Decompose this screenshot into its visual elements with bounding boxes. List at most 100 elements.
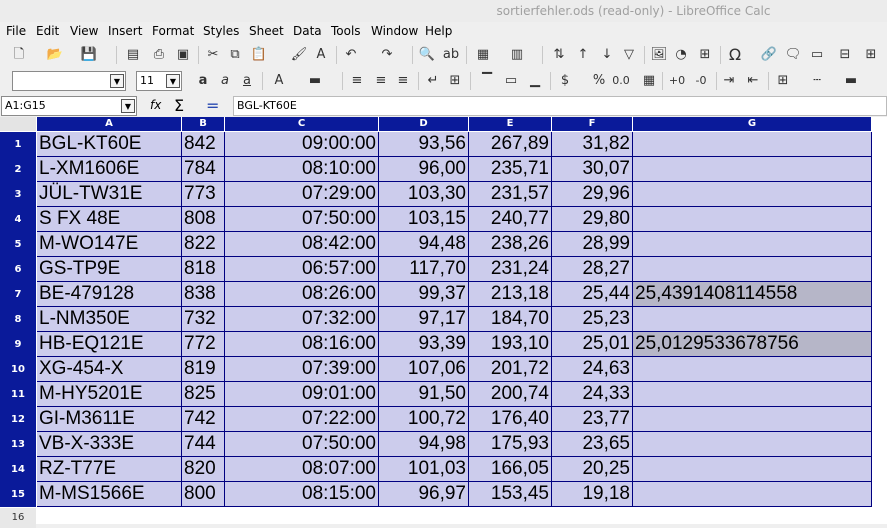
- cell-d[interactable]: 97,17: [379, 307, 469, 332]
- cell-g[interactable]: 25,0129533678756: [633, 332, 872, 357]
- cell-g[interactable]: [633, 182, 872, 207]
- row-header[interactable]: 1: [0, 132, 36, 157]
- cell-b[interactable]: 732: [182, 307, 225, 332]
- cell-d[interactable]: 100,72: [379, 407, 469, 432]
- cell-d[interactable]: 99,37: [379, 282, 469, 307]
- column-header-a[interactable]: A: [37, 117, 181, 131]
- font-size-box[interactable]: 11 ▼: [136, 71, 182, 91]
- cell-e[interactable]: 240,77: [469, 207, 552, 232]
- cell-e[interactable]: 213,18: [469, 282, 552, 307]
- chevron-down-icon[interactable]: ▼: [110, 74, 124, 88]
- name-box[interactable]: A1:G15 ▼: [1, 96, 137, 116]
- menu-view[interactable]: View: [70, 24, 98, 38]
- cell-e[interactable]: 176,40: [469, 407, 552, 432]
- column-header-c[interactable]: C: [225, 117, 378, 131]
- cell-a[interactable]: JÜL-TW31E: [37, 182, 182, 207]
- clone-formatting-icon[interactable]: 🖌: [290, 46, 308, 64]
- cell-d[interactable]: 117,70: [379, 257, 469, 282]
- cell-a[interactable]: L-NM350E: [37, 307, 182, 332]
- cell-f[interactable]: 29,80: [552, 207, 633, 232]
- chevron-down-icon[interactable]: ▼: [166, 74, 180, 88]
- row-header[interactable]: 15: [0, 482, 36, 507]
- hyperlink-icon[interactable]: 🔗: [760, 46, 778, 64]
- special-character-icon[interactable]: Ω: [726, 46, 744, 64]
- column-header-e[interactable]: E: [469, 117, 551, 131]
- cell-f[interactable]: 25,01: [552, 332, 633, 357]
- cell-e[interactable]: 175,93: [469, 432, 552, 457]
- highlight-icon[interactable]: ▬: [306, 72, 324, 90]
- cell-e[interactable]: 153,45: [469, 482, 552, 507]
- cell-f[interactable]: 31,82: [552, 132, 633, 157]
- cell-b[interactable]: 842: [182, 132, 225, 157]
- cell-c[interactable]: 07:50:00: [225, 432, 379, 457]
- cell-g[interactable]: [633, 482, 872, 507]
- cell-c[interactable]: 07:29:00: [225, 182, 379, 207]
- align-bottom-icon[interactable]: ▁: [526, 72, 544, 90]
- save-icon[interactable]: 💾: [80, 46, 98, 64]
- cell-g[interactable]: [633, 407, 872, 432]
- cell-d[interactable]: 91,50: [379, 382, 469, 407]
- cell-f[interactable]: 23,65: [552, 432, 633, 457]
- cell-d[interactable]: 101,03: [379, 457, 469, 482]
- cell-g[interactable]: [633, 207, 872, 232]
- row-header[interactable]: 11: [0, 382, 36, 407]
- align-left-icon[interactable]: ≡: [348, 72, 366, 90]
- row-header[interactable]: 2: [0, 157, 36, 182]
- print-icon[interactable]: ⎙: [150, 46, 168, 64]
- cell-f[interactable]: 30,07: [552, 157, 633, 182]
- cell-c[interactable]: 07:39:00: [225, 357, 379, 382]
- sort-ascending-icon[interactable]: ↑: [574, 46, 592, 64]
- row-icon[interactable]: ▦: [474, 46, 492, 64]
- menu-styles[interactable]: Styles: [203, 24, 239, 38]
- cell-f[interactable]: 23,77: [552, 407, 633, 432]
- cell-d[interactable]: 94,98: [379, 432, 469, 457]
- sort-descending-icon[interactable]: ↓: [598, 46, 616, 64]
- cell-b[interactable]: 820: [182, 457, 225, 482]
- open-folder-icon[interactable]: 📂: [46, 46, 64, 64]
- cell-f[interactable]: 19,18: [552, 482, 633, 507]
- formula-icon[interactable]: =: [206, 96, 219, 115]
- row-header[interactable]: 16: [0, 508, 36, 528]
- cell-f[interactable]: 20,25: [552, 457, 633, 482]
- undo-icon[interactable]: ↶: [342, 46, 360, 64]
- cell-e[interactable]: 193,10: [469, 332, 552, 357]
- row-header[interactable]: 5: [0, 232, 36, 257]
- cell-e[interactable]: 267,89: [469, 132, 552, 157]
- cell-c[interactable]: 07:22:00: [225, 407, 379, 432]
- cell-a[interactable]: GS-TP9E: [37, 257, 182, 282]
- align-middle-icon[interactable]: ▭: [502, 72, 520, 90]
- align-center-icon[interactable]: ≡: [372, 72, 390, 90]
- increase-indent-icon[interactable]: ⇥: [720, 72, 738, 90]
- cell-c[interactable]: 08:10:00: [225, 157, 379, 182]
- cell-a[interactable]: HB-EQ121E: [37, 332, 182, 357]
- cell-c[interactable]: 08:15:00: [225, 482, 379, 507]
- align-right-icon[interactable]: ≡: [394, 72, 412, 90]
- wrap-text-icon[interactable]: ↵: [424, 72, 442, 90]
- currency-format-icon[interactable]: $: [556, 72, 574, 90]
- menu-sheet[interactable]: Sheet: [249, 24, 284, 38]
- delete-decimal-icon[interactable]: -0: [692, 72, 710, 90]
- menu-insert[interactable]: Insert: [108, 24, 142, 38]
- cell-c[interactable]: 09:01:00: [225, 382, 379, 407]
- border-color-icon[interactable]: ▬: [842, 72, 860, 90]
- cell-f[interactable]: 29,96: [552, 182, 633, 207]
- clear-formatting-icon[interactable]: A: [312, 46, 330, 64]
- select-all-corner[interactable]: [0, 117, 36, 131]
- cell-e[interactable]: 235,71: [469, 157, 552, 182]
- copy-icon[interactable]: ⧉: [226, 46, 244, 64]
- cell-c[interactable]: 07:32:00: [225, 307, 379, 332]
- font-color-icon[interactable]: A: [270, 72, 288, 90]
- paste-icon[interactable]: 📋: [250, 46, 268, 64]
- cell-e[interactable]: 231,24: [469, 257, 552, 282]
- new-document-icon[interactable]: 🗋: [10, 46, 28, 64]
- cell-b[interactable]: 800: [182, 482, 225, 507]
- menu-help[interactable]: Help: [425, 24, 452, 38]
- cell-a[interactable]: M-WO147E: [37, 232, 182, 257]
- cell-b[interactable]: 838: [182, 282, 225, 307]
- freeze-rows-icon[interactable]: ⊟: [836, 46, 854, 64]
- row-header[interactable]: 7: [0, 282, 36, 307]
- spelling-icon[interactable]: ab: [442, 46, 460, 64]
- cell-b[interactable]: 772: [182, 332, 225, 357]
- cell-e[interactable]: 166,05: [469, 457, 552, 482]
- cell-b[interactable]: 819: [182, 357, 225, 382]
